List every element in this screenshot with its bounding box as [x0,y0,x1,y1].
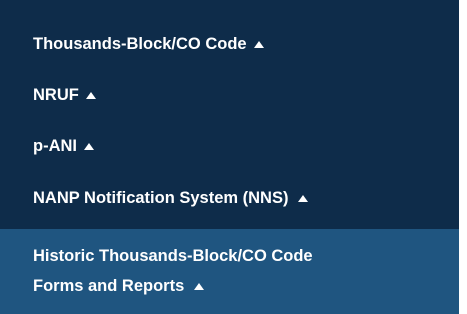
triangle-up-icon [298,195,309,202]
menu-item-label-line2: Forms and Reports [33,277,185,295]
triangle-up-icon [253,41,264,48]
nav-menu: Thousands-Block/CO Code NRUF p-ANI NANP … [0,0,459,314]
menu-item-label-line1: Historic Thousands-Block/CO Code [33,247,313,265]
menu-item-historic-forms-and-reports[interactable]: Historic Thousands-Block/CO Code Forms a… [0,229,459,314]
menu-item-p-ani[interactable]: p-ANI [0,132,459,160]
menu-item-label: NRUF [33,86,79,104]
triangle-up-icon [84,143,94,150]
menu-item-label: NANP Notification System (NNS) [33,189,289,207]
menu-item-thousands-block-co-code[interactable]: Thousands-Block/CO Code [0,30,459,58]
triangle-up-icon [85,92,96,99]
menu-item-label-line2-wrapper: Forms and Reports [33,271,459,301]
menu-item-label: Thousands-Block/CO Code [33,35,247,53]
triangle-up-icon [194,283,205,290]
menu-item-nruf[interactable]: NRUF [0,81,459,109]
menu-item-nnp-notification-system[interactable]: NANP Notification System (NNS) [0,184,459,212]
menu-item-label: p-ANI [33,137,77,155]
